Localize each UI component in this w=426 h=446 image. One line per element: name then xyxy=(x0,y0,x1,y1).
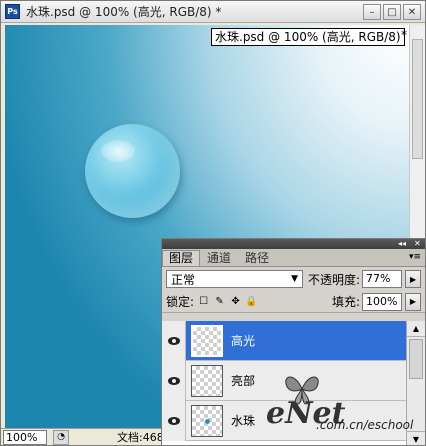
layer-thumbnail xyxy=(191,404,223,437)
fill-slider-button[interactable]: ▶ xyxy=(405,292,421,311)
canvas-title-overlay: 水珠.psd @ 100% (高光, RGB/8) xyxy=(211,28,405,46)
document-title: 水珠.psd @ 100% (高光, RGB/8) * xyxy=(26,5,222,19)
scroll-up-icon[interactable]: ▲ xyxy=(407,321,425,337)
layer-name: 水珠 xyxy=(231,414,256,428)
scrollbar-thumb[interactable] xyxy=(412,39,423,159)
panel-menu-icon[interactable]: ▾≡ xyxy=(409,252,421,262)
panel-close-icon[interactable]: ✕ xyxy=(414,239,421,249)
scrollbar-thumb[interactable] xyxy=(409,339,423,379)
blend-mode-select[interactable]: 正常 ▼ xyxy=(166,270,303,288)
photoshop-app-icon: Ps xyxy=(5,4,20,19)
fill-input[interactable]: 100% xyxy=(362,292,402,311)
close-button[interactable]: ✕ xyxy=(403,4,421,20)
opacity-input[interactable]: 77% xyxy=(362,270,403,288)
padlock-icon[interactable]: 🔒 xyxy=(245,296,257,307)
layer-name: 高光 xyxy=(231,334,256,348)
fill-label: 填充: xyxy=(331,295,360,309)
layer-list: 高光 亮部 水珠 xyxy=(162,321,408,445)
layer-row-droplet[interactable]: 水珠 xyxy=(162,400,408,441)
layer-thumbnail xyxy=(191,324,223,357)
status-menu-icon[interactable]: ◔ xyxy=(53,429,69,445)
move-icon[interactable]: ✥ xyxy=(230,296,241,307)
blend-row: 正常 ▼ 不透明度: 77% ▶ xyxy=(162,267,425,291)
document-titlebar[interactable]: Ps 水珠.psd @ 100% (高光, RGB/8) * – □ ✕ xyxy=(1,1,425,23)
visibility-toggle[interactable] xyxy=(162,360,186,401)
lock-row: 锁定: ☐ ✎ ✥ 🔒 填充: 100% ▶ xyxy=(162,291,425,313)
water-droplet xyxy=(85,124,180,218)
canvas-modified-star: * xyxy=(401,28,407,42)
layers-panel: ◂◂ ✕ 图层 通道 路径 ▾≡ 正常 ▼ 不透明度: 77% ▶ 锁定: ☐ … xyxy=(161,238,426,446)
blend-mode-value: 正常 xyxy=(171,272,196,287)
tab-channels[interactable]: 通道 xyxy=(200,250,238,266)
panel-titlebar[interactable]: ◂◂ ✕ xyxy=(162,239,425,249)
lock-transparent-icon[interactable]: ☐ xyxy=(198,296,209,307)
water-droplet-highlight xyxy=(101,140,135,162)
tab-layers[interactable]: 图层 xyxy=(162,250,201,266)
chevron-down-icon: ▼ xyxy=(291,274,298,284)
droplet-thumb-dot xyxy=(205,418,210,424)
tab-paths[interactable]: 路径 xyxy=(238,250,276,266)
lock-label: 锁定: xyxy=(166,295,195,309)
window-controls: – □ ✕ xyxy=(363,4,421,20)
visibility-toggle[interactable] xyxy=(162,400,186,441)
scroll-down-icon[interactable]: ▼ xyxy=(407,431,425,445)
minimize-button[interactable]: – xyxy=(363,4,381,20)
lock-icons: ☐ ✎ ✥ 🔒 xyxy=(198,296,258,307)
layer-thumbnail xyxy=(191,364,223,397)
layer-row-highlight[interactable]: 高光 xyxy=(162,321,408,361)
maximize-button[interactable]: □ xyxy=(383,4,401,20)
brush-icon[interactable]: ✎ xyxy=(214,296,225,307)
visibility-toggle[interactable] xyxy=(162,321,186,361)
layer-row-bright[interactable]: 亮部 xyxy=(162,360,408,401)
layer-name: 亮部 xyxy=(231,374,256,388)
collapse-icon[interactable]: ◂◂ xyxy=(398,239,406,249)
eye-icon xyxy=(167,336,180,345)
zoom-field[interactable]: 100% xyxy=(3,429,47,445)
panel-tabs: 图层 通道 路径 ▾≡ xyxy=(162,249,425,267)
opacity-label: 不透明度: xyxy=(308,272,361,287)
eye-icon xyxy=(167,376,180,385)
opacity-slider-button[interactable]: ▶ xyxy=(405,270,422,288)
eye-icon xyxy=(167,416,180,425)
layers-scrollbar[interactable]: ▲ ▼ xyxy=(406,321,425,445)
document-info: 文档:468 xyxy=(117,431,164,444)
